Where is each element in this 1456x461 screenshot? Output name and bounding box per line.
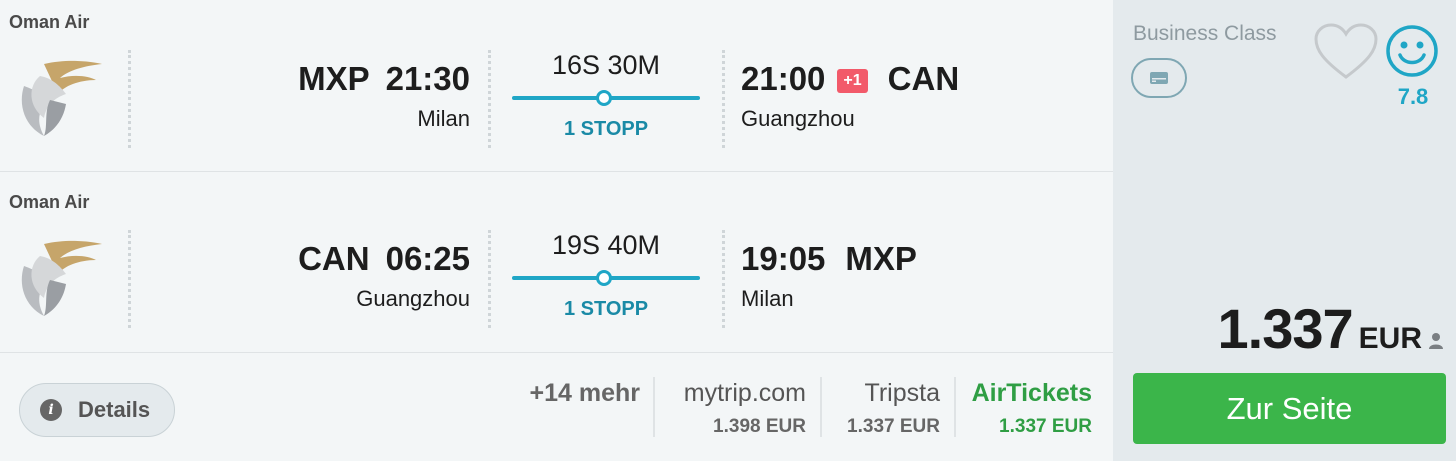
rating-score: 7.8: [1397, 84, 1429, 109]
provider-row: i Details +14 mehr mytrip.com 1.398 EUR …: [0, 352, 1113, 461]
provider-mytrip[interactable]: mytrip.com 1.398 EUR: [660, 379, 806, 438]
airline-logo-icon: [21, 240, 102, 316]
arrival-city: Milan: [741, 286, 794, 311]
departure: CAN 06:25 Guangzhou: [240, 240, 470, 320]
itinerary-panel: Oman Air MXP 21:30 Milan 16S 30M 1 STOPP: [0, 0, 1113, 461]
provider-price: 1.337 EUR: [999, 416, 1092, 437]
departure-city: Guangzhou: [356, 286, 470, 311]
departure-airport-code: CAN: [298, 240, 370, 277]
details-label: Details: [78, 397, 151, 422]
stops-count[interactable]: 1 STOPP: [510, 298, 702, 321]
divider: [128, 50, 131, 148]
details-button[interactable]: i Details: [19, 383, 175, 437]
return-leg[interactable]: Oman Air CAN 06:25 Guangzhou 19S 40M 1 ST…: [0, 180, 1113, 352]
duration-block: 16S 30M 1 STOPP: [510, 50, 702, 150]
heart-icon[interactable]: [1313, 22, 1379, 82]
departure-time: 21:30: [385, 60, 470, 97]
arrival-airport-code: CAN: [887, 60, 960, 97]
info-icon: i: [40, 399, 62, 421]
divider: [820, 377, 822, 437]
provider-price: 1.337 EUR: [847, 416, 940, 437]
arrival: 19:05 MXP Milan: [741, 240, 1041, 320]
arrival-time: 21:00: [741, 60, 826, 97]
cabin-class-icon: [1150, 72, 1168, 84]
more-providers-link[interactable]: +14 mehr: [520, 379, 641, 408]
divider: [954, 377, 956, 437]
flight-duration: 19S 40M: [551, 230, 661, 260]
departure-city: Milan: [417, 106, 470, 131]
airline-name: Oman Air: [9, 192, 90, 212]
arrival: 21:00 +1 CAN Guangzhou: [741, 60, 1041, 140]
provider-tripsta[interactable]: Tripsta 1.337 EUR: [828, 379, 940, 438]
departure: MXP 21:30 Milan: [240, 60, 470, 140]
outbound-leg[interactable]: Oman Air MXP 21:30 Milan 16S 30M 1 STOPP: [0, 0, 1113, 172]
cabin-class-label: Business Class: [1133, 22, 1277, 45]
provider-name: mytrip.com: [683, 379, 806, 407]
arrival-city: Guangzhou: [741, 106, 855, 131]
divider: [722, 230, 725, 328]
stop-marker: [596, 270, 612, 286]
flight-duration: 16S 30M: [551, 50, 661, 80]
arrival-airport-code: MXP: [845, 240, 917, 277]
flight-result-card: Oman Air MXP 21:30 Milan 16S 30M 1 STOPP: [0, 0, 1456, 461]
cabin-class-badge[interactable]: [1131, 58, 1187, 98]
provider-price: 1.398 EUR: [713, 416, 806, 437]
price-currency: EUR: [1358, 322, 1422, 355]
smiley-icon: [1386, 25, 1438, 77]
price-panel: Business Class 7.8 1.337 EUR Zur Seite: [1113, 0, 1456, 461]
divider: [128, 230, 131, 328]
stop-marker: [596, 90, 612, 106]
provider-name: Tripsta: [864, 379, 940, 407]
stops-count[interactable]: 1 STOPP: [510, 118, 702, 141]
departure-airport-code: MXP: [298, 60, 370, 97]
provider-name: AirTickets: [971, 379, 1092, 407]
airline-logo-icon: [21, 60, 102, 136]
day-offset-badge: +1: [837, 69, 868, 93]
arrival-time: 19:05: [741, 240, 826, 277]
divider: [488, 50, 491, 148]
departure-time: 06:25: [385, 240, 470, 277]
total-price: 1.337 EUR: [1218, 296, 1422, 361]
divider: [722, 50, 725, 148]
price-amount: 1.337: [1217, 297, 1354, 360]
provider-airtickets[interactable]: AirTickets 1.337 EUR: [962, 379, 1092, 438]
airline-name: Oman Air: [9, 12, 90, 32]
go-to-site-button[interactable]: Zur Seite: [1133, 373, 1446, 444]
duration-block: 19S 40M 1 STOPP: [510, 230, 702, 330]
divider: [653, 377, 655, 437]
person-icon: [1429, 333, 1443, 349]
divider: [488, 230, 491, 328]
